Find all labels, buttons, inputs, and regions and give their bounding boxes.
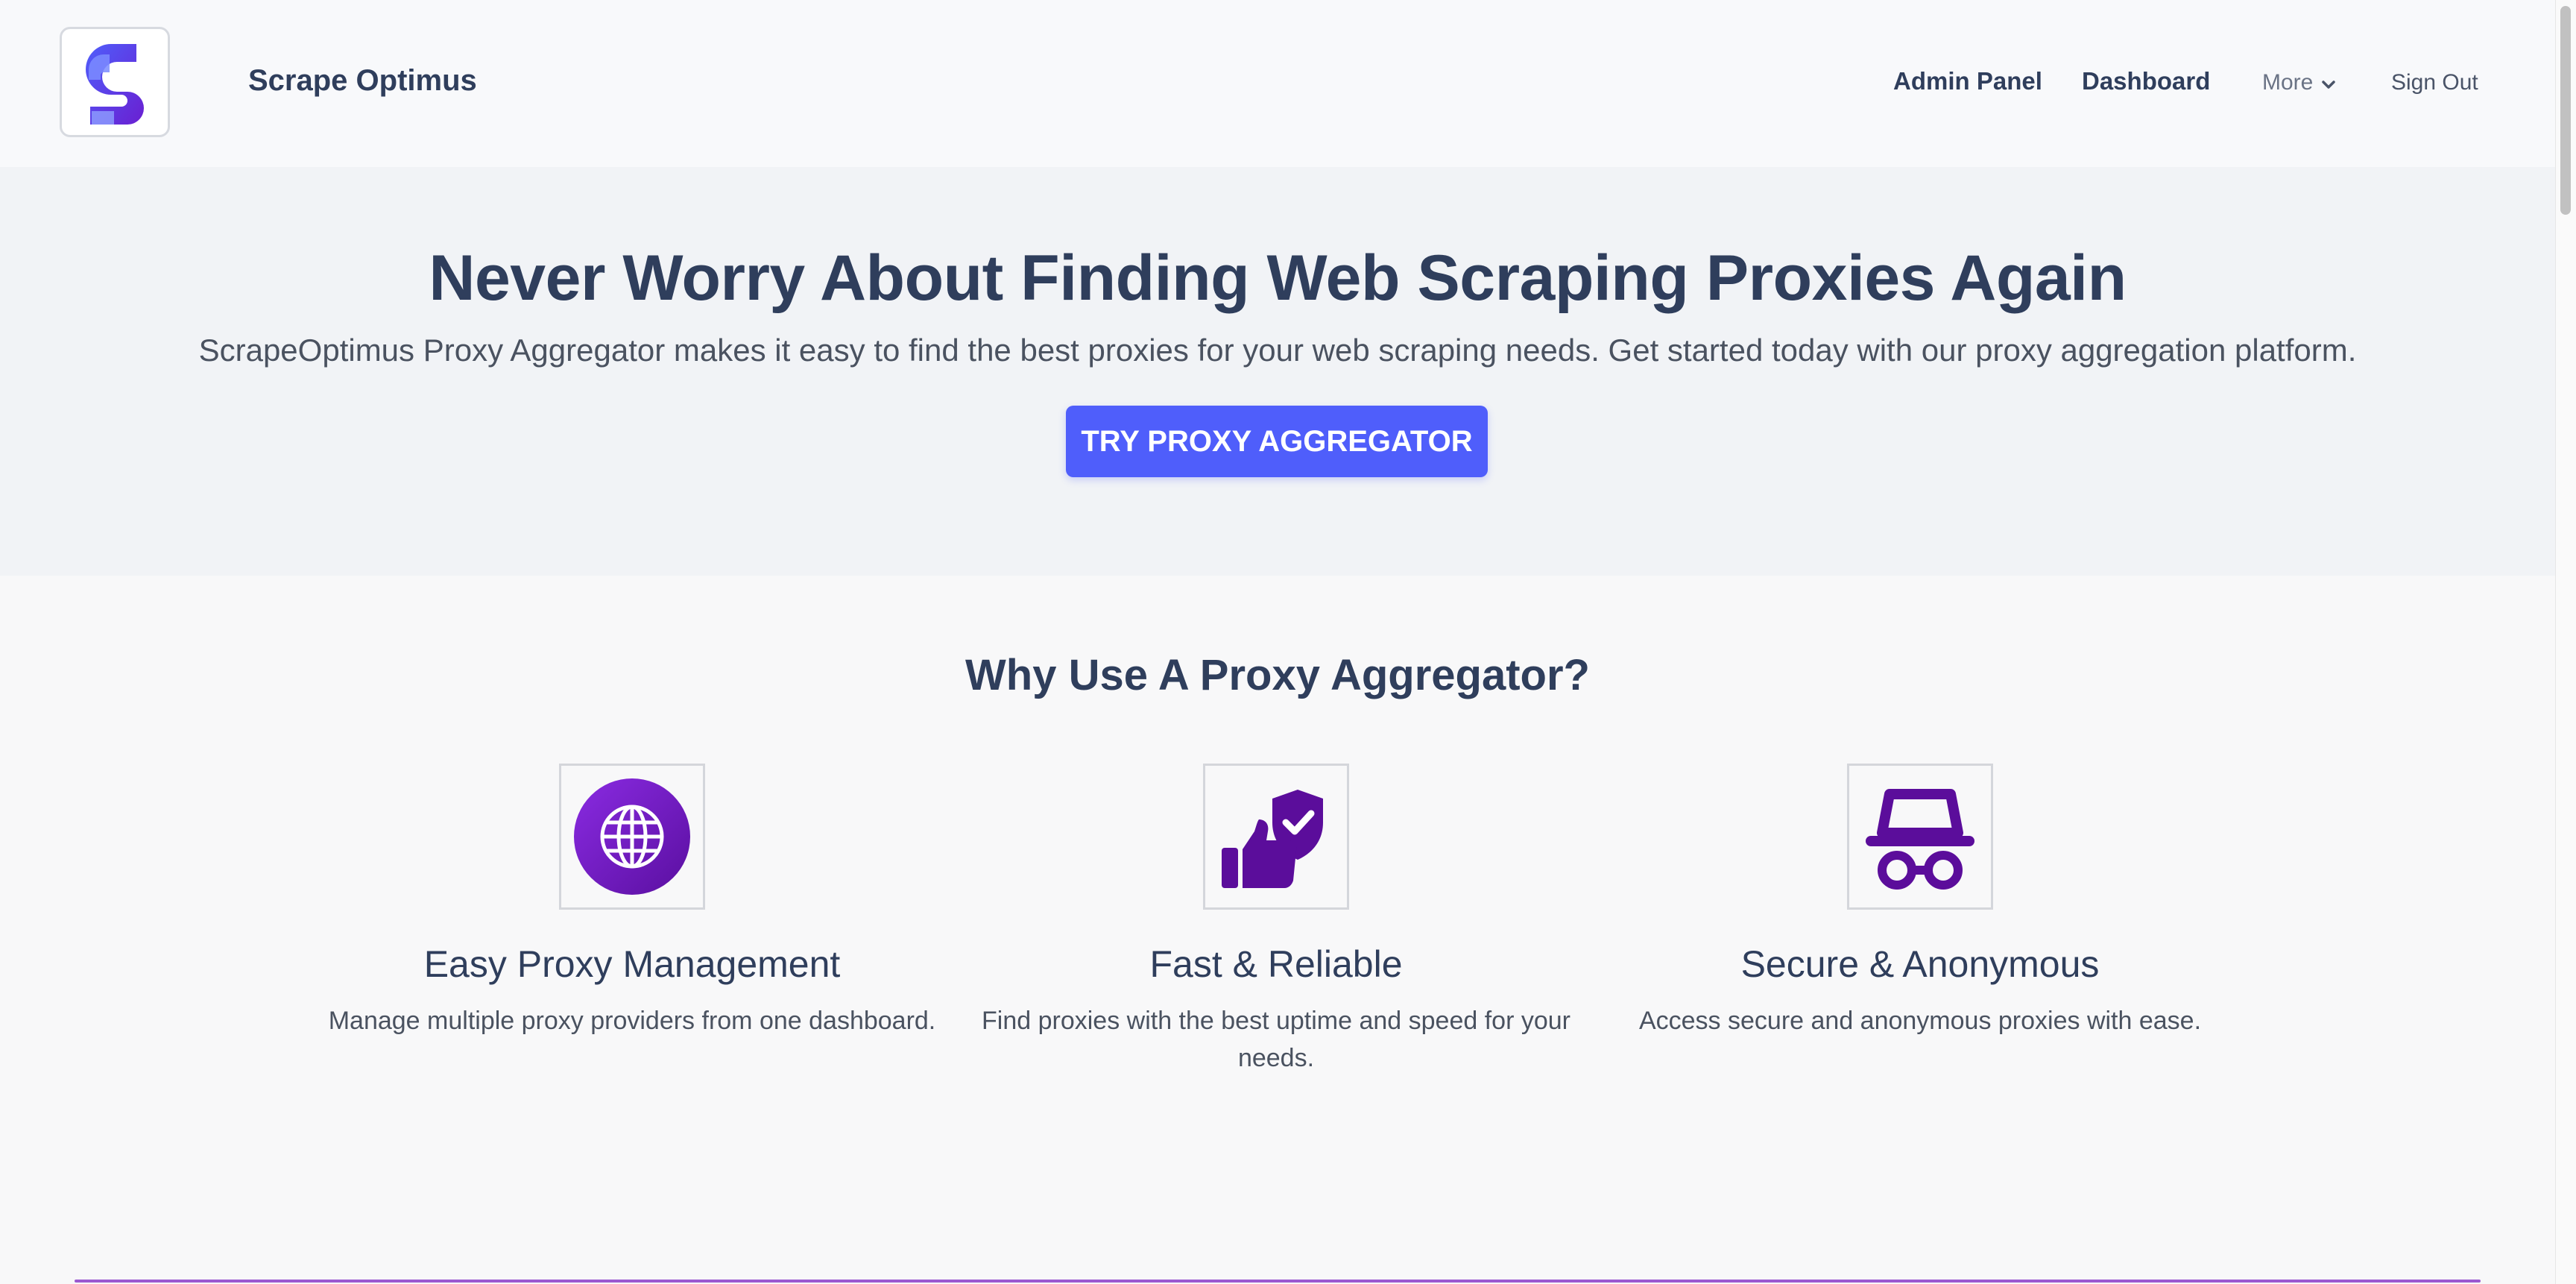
nav-more-label: More	[2262, 70, 2314, 95]
nav-sign-out[interactable]: Sign Out	[2391, 70, 2478, 95]
feature-card: Secure & Anonymous Access secure and ano…	[1607, 764, 2233, 1039]
top-navbar: Scrape Optimus Admin Panel Dashboard Mor…	[0, 0, 2555, 167]
hero-section: Never Worry About Finding Web Scraping P…	[0, 167, 2555, 576]
feature-description: Find proxies with the best uptime and sp…	[982, 1007, 1570, 1072]
try-proxy-aggregator-button[interactable]: TRY PROXY AGGREGATOR	[1066, 406, 1488, 477]
vertical-scrollbar[interactable]	[2555, 0, 2576, 1284]
features-section: Why Use A Proxy Aggregator? Easy Proxy M…	[0, 576, 2555, 1223]
hero-title: Never Worry About Finding Web Scraping P…	[429, 242, 2127, 314]
brand-name[interactable]: Scrape Optimus	[248, 64, 477, 98]
feature-card: Fast & Reliable Find proxies with the be…	[963, 764, 1589, 1077]
page: Scrape Optimus Admin Panel Dashboard Mor…	[0, 0, 2555, 1284]
nav-admin-panel[interactable]: Admin Panel	[1893, 67, 2042, 95]
scrollbar-thumb[interactable]	[2560, 6, 2571, 215]
feature-card: Easy Proxy Management Manage multiple pr…	[319, 764, 945, 1039]
nav-more-dropdown[interactable]: More	[2262, 70, 2336, 96]
section-divider	[75, 1280, 2481, 1283]
features-title: Why Use A Proxy Aggregator?	[965, 651, 1590, 699]
feature-title: Easy Proxy Management	[423, 943, 841, 985]
hero-subtitle: ScrapeOptimus Proxy Aggregator makes it …	[198, 333, 2357, 368]
feature-title: Fast & Reliable	[1149, 943, 1403, 985]
logo-icon	[86, 44, 144, 125]
chevron-down-icon	[2322, 71, 2336, 96]
feature-description: Access secure and anonymous proxies with…	[1638, 1007, 2202, 1035]
nav-dashboard[interactable]: Dashboard	[2082, 67, 2210, 95]
logo[interactable]	[60, 27, 170, 137]
feature-title: Secure & Anonymous	[1740, 943, 2100, 985]
globe-icon	[559, 764, 705, 910]
thumbs-up-shield-icon	[1203, 764, 1349, 910]
feature-description: Manage multiple proxy providers from one…	[328, 1007, 936, 1035]
incognito-icon	[1847, 764, 1993, 910]
